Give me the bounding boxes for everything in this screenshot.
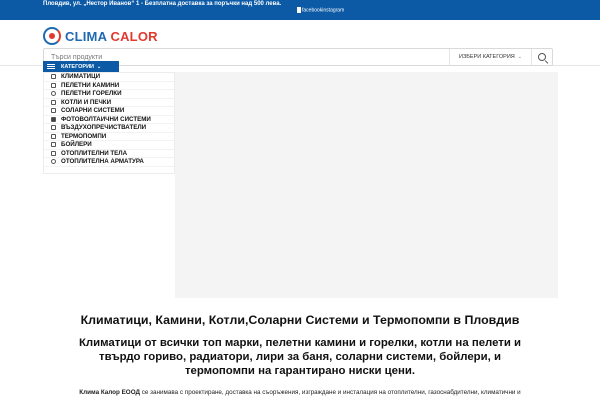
search-icon	[538, 53, 546, 61]
top-bar: Пловдив, ул. „Нестор Иванов“ 1 - Безплат…	[0, 0, 600, 20]
burner-icon	[48, 90, 58, 98]
page-subtitle: Климатици от всички топ марки, пелетни к…	[78, 337, 522, 377]
search-category-select[interactable]: ИЗБЕРИ КАТЕГОРИЯ ⌄	[449, 49, 531, 65]
water-heater-icon	[48, 141, 58, 149]
heat-pump-icon	[48, 132, 58, 140]
solar-system-icon	[48, 107, 58, 115]
category-item-fittings[interactable]: ОТОПЛИТЕЛНА АРМАТУРА	[44, 158, 174, 167]
company-name: Клима Калор ЕООД	[79, 389, 141, 396]
category-item-pellet-fireplaces[interactable]: ПЕЛЕТНИ КАМИНИ	[44, 81, 174, 90]
hamburger-icon	[47, 64, 55, 69]
category-item-radiators[interactable]: ОТОПЛИТЕЛНИ ТЕЛА	[44, 149, 174, 158]
category-item-pellet-burners[interactable]: ПЕЛЕТНИ ГОРЕЛКИ	[44, 90, 174, 99]
categories-toggle[interactable]: КАТЕГОРИИ ⌄	[43, 61, 119, 72]
intro-text: се занимава с проектиране, доставка на с…	[140, 389, 521, 396]
facebook-icon[interactable]	[297, 7, 301, 13]
chevron-down-icon: ⌄	[517, 54, 522, 60]
social-links[interactable]: facebookinstagram	[297, 7, 344, 13]
logo-text: CLIMA CALOR	[65, 28, 158, 44]
fittings-icon	[48, 158, 58, 166]
radiator-icon	[48, 149, 58, 157]
air-purifier-icon	[48, 124, 58, 132]
page-title: Климатици, Камини, Котли,Соларни Системи…	[80, 313, 520, 327]
logo-mark-icon	[43, 27, 61, 45]
category-item-photovoltaic[interactable]: ФОТОВОЛТАИЧНИ СИСТЕМИ	[44, 115, 174, 124]
hero-banner[interactable]	[175, 72, 558, 298]
site-logo[interactable]: CLIMA CALOR	[43, 26, 158, 46]
category-item-air-conditioners[interactable]: КЛИМАТИЦИ	[44, 73, 174, 82]
categories-toggle-label: КАТЕГОРИИ	[61, 63, 94, 70]
site-header: CLIMA CALOR ИЗБЕРИ КАТЕГОРИЯ ⌄	[0, 20, 600, 66]
fireplace-icon	[48, 81, 58, 89]
photovoltaic-icon	[48, 115, 58, 123]
category-item-boilers-stoves[interactable]: КОТЛИ И ПЕЧКИ	[44, 98, 174, 107]
category-item-heat-pumps[interactable]: ТЕРМОПОМПИ	[44, 132, 174, 141]
boiler-stove-icon	[48, 98, 58, 106]
search-form: ИЗБЕРИ КАТЕГОРИЯ ⌄	[43, 48, 553, 66]
search-button[interactable]	[531, 49, 552, 65]
category-item-water-heaters[interactable]: БОЙЛЕРИ	[44, 141, 174, 150]
categories-menu: КЛИМАТИЦИ ПЕЛЕТНИ КАМИНИ ПЕЛЕТНИ ГОРЕЛКИ…	[43, 72, 175, 174]
search-category-label: ИЗБЕРИ КАТЕГОРИЯ	[459, 54, 515, 60]
category-item-solar-systems[interactable]: СОЛАРНИ СИСТЕМИ	[44, 107, 174, 116]
air-conditioner-icon	[48, 73, 58, 81]
store-address-notice: Пловдив, ул. „Нестор Иванов“ 1 - Безплат…	[43, 1, 282, 7]
category-item-air-purifiers[interactable]: ВЪЗДУХОПРЕЧИСТВАТЕЛИ	[44, 124, 174, 133]
social-links-text[interactable]: facebookinstagram	[302, 7, 344, 13]
intro-paragraph: Клима Калор ЕООД се занимава с проектира…	[0, 389, 600, 396]
chevron-down-icon: ⌄	[96, 63, 102, 70]
